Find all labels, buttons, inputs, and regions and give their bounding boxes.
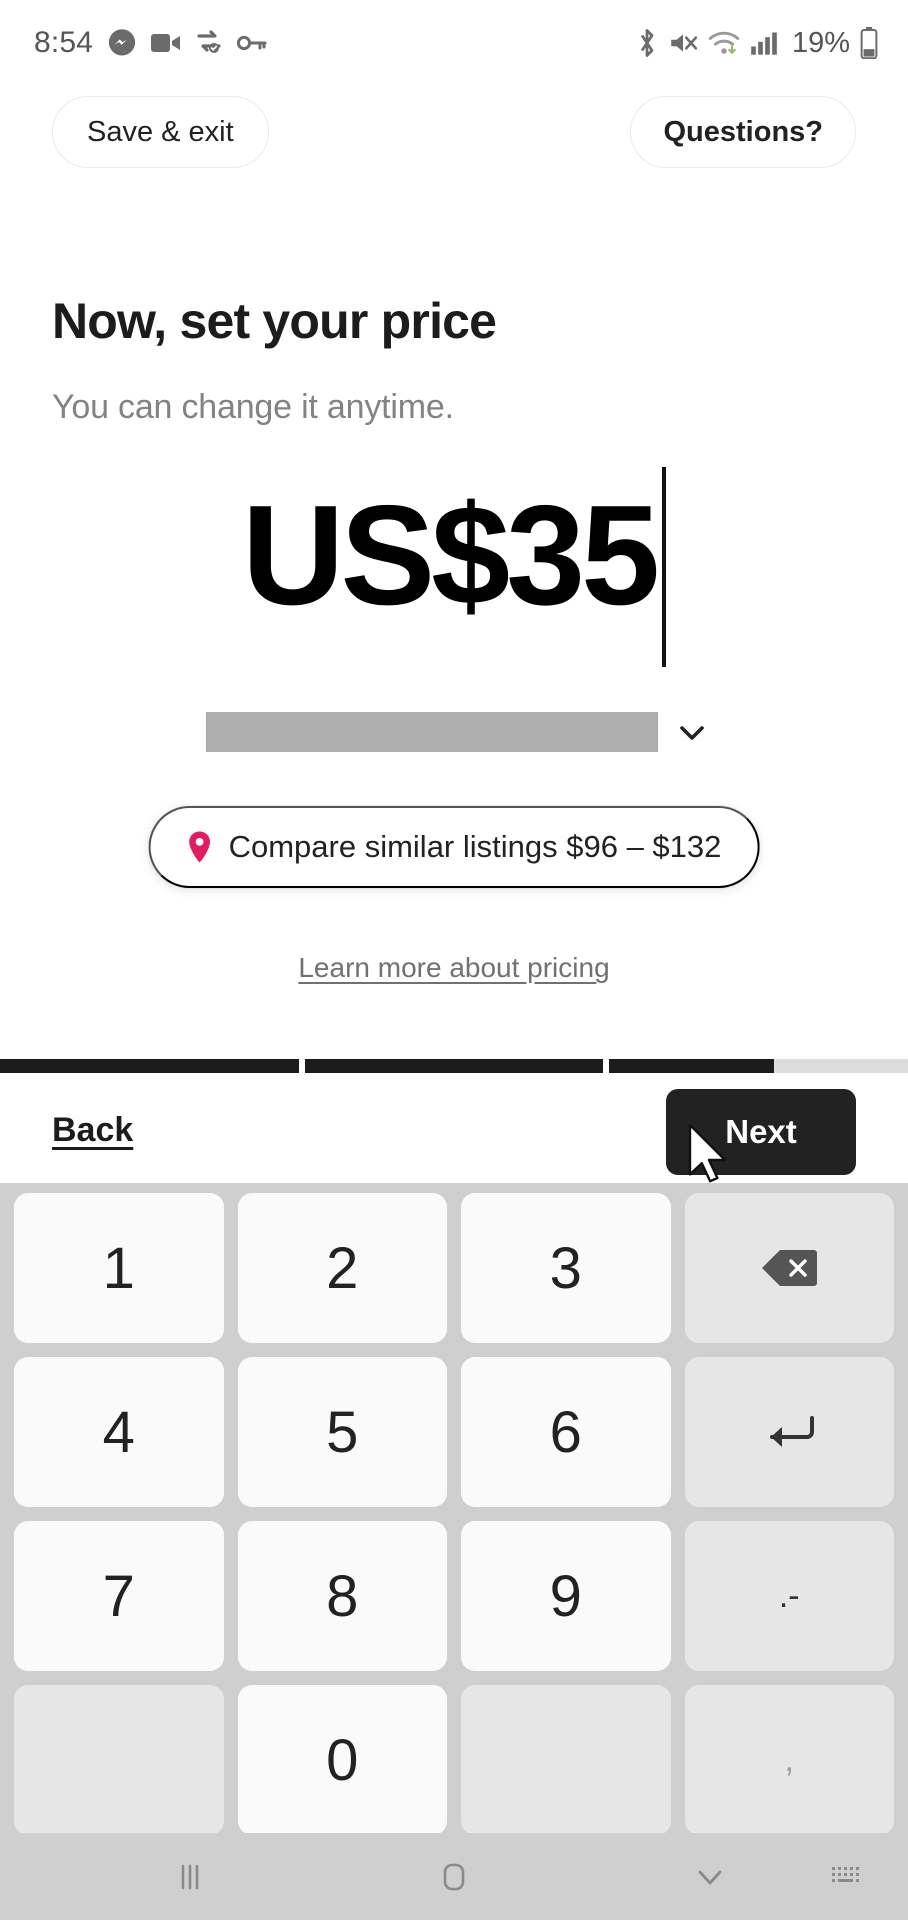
- blank-key: [14, 1685, 224, 1835]
- save-and-exit-button[interactable]: Save & exit: [52, 96, 269, 168]
- video-camera-icon: [151, 32, 181, 54]
- enter-key[interactable]: [684, 1357, 894, 1507]
- comma-key[interactable]: ,: [684, 1685, 894, 1835]
- home-icon[interactable]: [434, 1857, 474, 1897]
- top-bar: Save & exit Questions?: [0, 96, 908, 188]
- digit-key-2[interactable]: 2: [237, 1193, 447, 1343]
- location-pin-icon: [187, 830, 213, 864]
- digit-key-0[interactable]: 0: [237, 1685, 447, 1835]
- keypad-row: 456: [14, 1357, 894, 1507]
- status-bar-left: 8:54: [34, 26, 267, 60]
- keypad-row: 7 8 9 .-: [14, 1521, 894, 1671]
- progress-fill: [304, 1059, 604, 1073]
- status-time: 8:54: [34, 26, 94, 59]
- progress-fill: [0, 1059, 299, 1073]
- progress-segment: [609, 1059, 908, 1073]
- digit-key-5[interactable]: 5: [237, 1357, 447, 1507]
- digit-key-7[interactable]: 7: [14, 1521, 224, 1671]
- next-button[interactable]: Next: [666, 1089, 856, 1175]
- wifi-icon: [708, 30, 740, 56]
- messenger-icon: [107, 28, 137, 58]
- battery-icon: [860, 27, 878, 59]
- hide-keyboard-icon[interactable]: [690, 1860, 730, 1894]
- numeric-keypad: 123 456 7 8 9 .- 0,: [0, 1183, 908, 1835]
- status-bar-right: 19%: [636, 27, 878, 60]
- progress-segment: [304, 1059, 604, 1073]
- price-input[interactable]: US$35: [0, 467, 908, 670]
- recents-icon[interactable]: [170, 1860, 210, 1894]
- learn-more-about-pricing-link[interactable]: Learn more about pricing: [298, 952, 609, 984]
- phone-screen: 8:54 19% Save & exit Questions? Now, set…: [0, 0, 908, 1920]
- key-icon: [237, 33, 267, 53]
- backspace-key[interactable]: [684, 1193, 894, 1343]
- back-button[interactable]: Back: [52, 1111, 133, 1150]
- progress-segment: [0, 1059, 299, 1073]
- battery-percent: 19%: [791, 26, 850, 59]
- keyboard-switch-icon[interactable]: [826, 1861, 866, 1893]
- questions-button[interactable]: Questions?: [630, 96, 856, 168]
- text-caret: [662, 467, 667, 667]
- compare-label: Compare similar listings $96 – $132: [228, 829, 722, 864]
- blank-key: [461, 1685, 671, 1835]
- keypad-row: 123: [14, 1193, 894, 1343]
- page-title: Now, set your price: [52, 293, 497, 349]
- keypad-row: 0,: [14, 1685, 894, 1835]
- vpn-sync-icon: [195, 30, 223, 56]
- price-detail-row: [0, 706, 908, 766]
- symbol-key[interactable]: .-: [684, 1521, 894, 1671]
- wizard-footer: Back Next: [0, 1073, 908, 1183]
- price-value[interactable]: US$35: [242, 485, 660, 627]
- status-bar: 8:54 19%: [0, 0, 908, 86]
- digit-key-1[interactable]: 1: [14, 1193, 224, 1343]
- digit-key-8[interactable]: 8: [237, 1521, 447, 1671]
- bluetooth-icon: [636, 28, 658, 58]
- digit-key-3[interactable]: 3: [461, 1193, 671, 1343]
- chevron-down-icon[interactable]: [672, 716, 712, 750]
- digit-key-4[interactable]: 4: [14, 1357, 224, 1507]
- mute-icon: [668, 30, 698, 56]
- compare-similar-listings-button[interactable]: Compare similar listings $96 – $132: [148, 806, 760, 888]
- android-nav-bar: [0, 1833, 908, 1920]
- progress-fill: [609, 1059, 774, 1073]
- progress-bar: [0, 1059, 908, 1073]
- digit-key-6[interactable]: 6: [461, 1357, 671, 1507]
- page-subtitle: You can change it anytime.: [52, 388, 454, 426]
- signal-icon: [750, 31, 778, 55]
- redacted-bar: [206, 712, 658, 752]
- digit-key-9[interactable]: 9: [461, 1521, 671, 1671]
